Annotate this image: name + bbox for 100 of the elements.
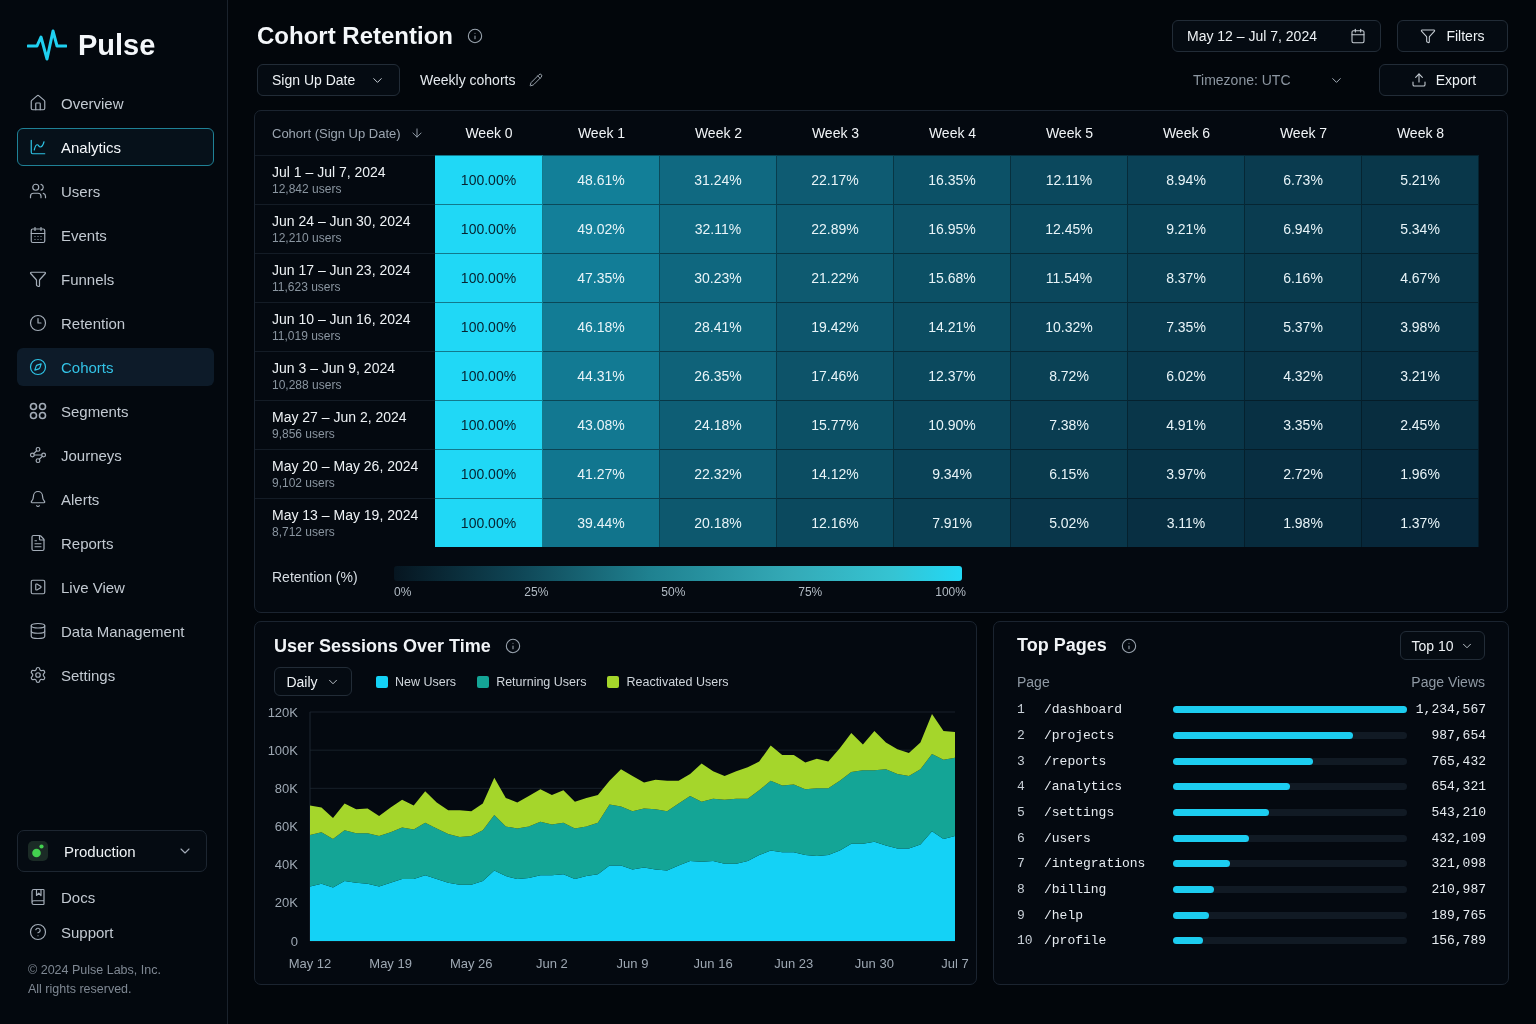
retention-cell: 11.54% <box>1011 253 1128 302</box>
nav-item[interactable]: Analytics <box>17 128 214 166</box>
page-views-value: 1,234,567 <box>1414 702 1486 718</box>
retention-cell: 17.46% <box>777 351 894 400</box>
page-path: /reports <box>1044 753 1108 769</box>
x-axis-label: Jul 7 <box>941 956 969 971</box>
help-icon <box>29 923 47 941</box>
cohort-date: May 13 – May 19, 2024 <box>272 507 420 523</box>
retention-cell: 41.27% <box>543 449 660 498</box>
info-icon[interactable] <box>467 28 483 44</box>
retention-cell: 10.32% <box>1011 302 1128 351</box>
retention-cell: 9.21% <box>1128 204 1245 253</box>
limit-dropdown[interactable]: Top 10 <box>1400 631 1485 660</box>
nav-item[interactable]: Journeys <box>17 436 214 474</box>
date-range-button[interactable]: May 12 – Jul 7, 2024 <box>1172 20 1381 52</box>
interval-dropdown[interactable]: Daily <box>274 667 352 696</box>
retention-cell: 7.91% <box>894 498 1011 547</box>
scale-label: Retention (%) <box>272 569 359 585</box>
retention-cell: 22.17% <box>777 155 894 204</box>
nav-item[interactable]: Alerts <box>17 480 214 518</box>
nav-item[interactable]: Users <box>17 172 214 210</box>
retention-cell: 5.37% <box>1245 302 1362 351</box>
retention-cell: 26.35% <box>660 351 777 400</box>
calendar-icon <box>29 226 47 244</box>
retention-cell: 6.16% <box>1245 253 1362 302</box>
retention-cell: 8.72% <box>1011 351 1128 400</box>
retention-cell: 5.02% <box>1011 498 1128 547</box>
cohort-size: 9,856 users <box>272 427 336 441</box>
sort-column-header[interactable]: Cohort (Sign Up Date) <box>255 111 435 155</box>
nav-item[interactable]: Live View <box>17 568 214 606</box>
rank-number: 2 <box>1017 728 1026 743</box>
cohort-dropdown[interactable]: Sign Up Date <box>257 64 400 96</box>
retention-cell: 3.11% <box>1128 498 1245 547</box>
line-chart-icon <box>29 138 47 156</box>
x-axis-label: May 12 <box>288 956 332 971</box>
column-header: Week 6 <box>1161 124 1212 143</box>
scale-tick-label: 50% <box>661 585 686 599</box>
calendar-icon <box>1350 28 1366 44</box>
bell-icon <box>29 490 47 508</box>
sidebar-link[interactable]: Support <box>17 917 214 947</box>
x-axis-label: Jun 30 <box>854 956 894 971</box>
export-button[interactable]: Export <box>1379 64 1508 96</box>
nav-item[interactable]: Data Management <box>17 612 214 650</box>
y-axis-label: 40K <box>274 857 298 873</box>
cohort-date: May 20 – May 26, 2024 <box>272 458 420 474</box>
page-views-value: 987,654 <box>1430 728 1486 743</box>
info-icon[interactable] <box>1120 637 1137 654</box>
retention-cell: 7.35% <box>1128 302 1245 351</box>
cohort-date: Jun 24 – Jun 30, 2024 <box>272 213 412 229</box>
retention-cell: 4.32% <box>1245 351 1362 400</box>
y-axis-label: 60K <box>274 819 298 834</box>
filters-button[interactable]: Filters <box>1397 20 1508 52</box>
funnel-icon <box>1420 28 1437 44</box>
connected-nodes-icon <box>29 446 47 464</box>
x-axis-label: Jun 23 <box>774 956 814 971</box>
retention-cell: 28.41% <box>660 302 777 351</box>
nav-item[interactable]: Settings <box>17 656 214 694</box>
nav-item[interactable]: Overview <box>17 84 214 122</box>
cohort-size: 11,623 users <box>272 280 342 294</box>
retention-cell: 48.61% <box>543 155 660 204</box>
rank-number: 1 <box>1017 702 1026 718</box>
page-views-value: 654,321 <box>1430 779 1486 795</box>
page-views-value: 156,789 <box>1430 933 1486 949</box>
bookmark-book-icon <box>29 888 47 906</box>
retention-cell: 100.00% <box>435 400 543 449</box>
nav-item[interactable]: Funnels <box>17 260 214 298</box>
retention-cell: 4.91% <box>1128 400 1245 449</box>
nav-item[interactable]: Events <box>17 216 214 254</box>
nav-item[interactable]: Retention <box>17 304 214 342</box>
nav-item[interactable]: Cohorts <box>17 348 214 386</box>
scale-tick-label: 0% <box>394 585 412 599</box>
timezone-dropdown[interactable]: Timezone: UTC <box>1181 64 1351 96</box>
info-icon[interactable] <box>504 638 521 654</box>
cohort-size: 12,210 users <box>272 231 343 245</box>
retention-cell: 47.35% <box>543 253 660 302</box>
house-icon <box>29 94 47 112</box>
page-path: /dashboard <box>1044 702 1123 718</box>
page-views-value: 210,987 <box>1430 881 1486 897</box>
page-path: /profile <box>1044 933 1108 949</box>
retention-cell: 10.90% <box>894 400 1011 449</box>
legend-label: Returning Users <box>496 674 587 689</box>
cohort-date: May 27 – Jun 2, 2024 <box>272 409 408 425</box>
y-axis-label: 20K <box>274 895 298 911</box>
retention-cell: 20.18% <box>660 498 777 547</box>
copyright-text: All rights reserved. <box>28 981 133 998</box>
pencil-icon[interactable] <box>529 73 544 87</box>
retention-cell: 44.31% <box>543 351 660 400</box>
retention-cell: 7.38% <box>1011 400 1128 449</box>
retention-cell: 12.37% <box>894 351 1011 400</box>
retention-cell: 9.34% <box>894 449 1011 498</box>
retention-cell: 15.77% <box>777 400 894 449</box>
rank-number: 7 <box>1017 856 1026 872</box>
sidebar-link[interactable]: Docs <box>17 882 214 912</box>
environment-dropdown[interactable]: Production <box>17 830 207 872</box>
database-icon <box>29 622 47 640</box>
column-header: Week 1 <box>576 124 627 143</box>
nav-item[interactable]: Segments <box>17 392 214 430</box>
play-square-icon <box>29 578 47 596</box>
nav-item[interactable]: Reports <box>17 524 214 562</box>
retention-cell: 39.44% <box>543 498 660 547</box>
